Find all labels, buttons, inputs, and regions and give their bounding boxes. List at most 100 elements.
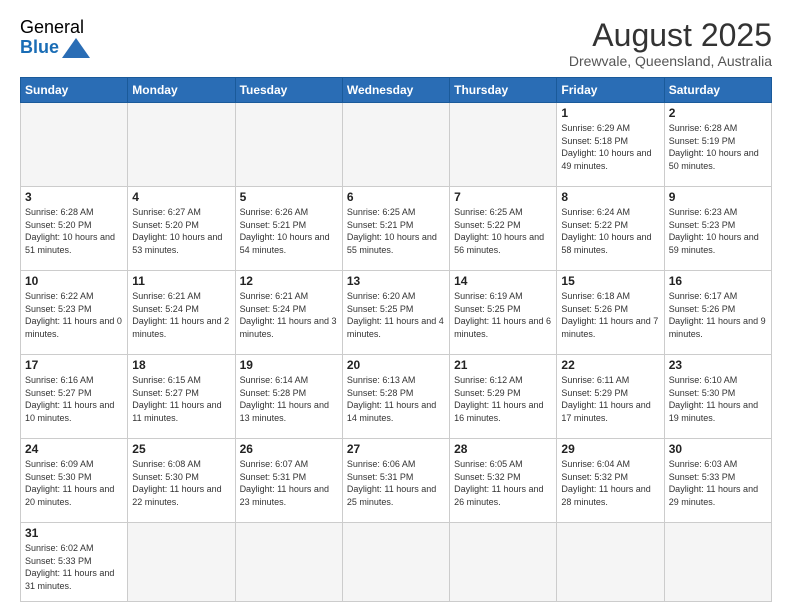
day-number: 22 <box>561 358 659 372</box>
day-number: 4 <box>132 190 230 204</box>
week-row-4: 17 Sunrise: 6:16 AM Sunset: 5:27 PM Dayli… <box>21 355 772 439</box>
day-info: Sunrise: 6:11 AM Sunset: 5:29 PM Dayligh… <box>561 374 659 424</box>
calendar-cell: 23 Sunrise: 6:10 AM Sunset: 5:30 PM Dayli… <box>664 355 771 439</box>
calendar-cell: 25Sunrise: 6:08 AM Sunset: 5:30 PM Dayli… <box>128 439 235 523</box>
calendar-cell: 17 Sunrise: 6:16 AM Sunset: 5:27 PM Dayli… <box>21 355 128 439</box>
day-number: 18 <box>132 358 230 372</box>
day-info: Sunrise: 6:21 AM Sunset: 5:24 PM Dayligh… <box>240 290 338 340</box>
day-number: 20 <box>347 358 445 372</box>
calendar-cell: 1 Sunrise: 6:29 AM Sunset: 5:18 PM Daylig… <box>557 103 664 187</box>
week-row-5: 24 Sunrise: 6:09 AM Sunset: 5:30 PM Dayli… <box>21 439 772 523</box>
day-number: 23 <box>669 358 767 372</box>
calendar-cell: 31Sunrise: 6:02 AM Sunset: 5:33 PM Dayli… <box>21 522 128 601</box>
day-info: Sunrise: 6:15 AM Sunset: 5:27 PM Dayligh… <box>132 374 230 424</box>
day-number: 10 <box>25 274 123 288</box>
calendar-cell: 21Sunrise: 6:12 AM Sunset: 5:29 PM Dayli… <box>450 355 557 439</box>
calendar-cell: 5 Sunrise: 6:26 AM Sunset: 5:21 PM Daylig… <box>235 187 342 271</box>
logo-text: General Blue <box>20 18 90 58</box>
weekday-header-tuesday: Tuesday <box>235 78 342 103</box>
calendar-cell: 30 Sunrise: 6:03 AM Sunset: 5:33 PM Dayli… <box>664 439 771 523</box>
day-number: 21 <box>454 358 552 372</box>
day-info: Sunrise: 6:10 AM Sunset: 5:30 PM Dayligh… <box>669 374 767 424</box>
calendar-cell: 10 Sunrise: 6:22 AM Sunset: 5:23 PM Dayli… <box>21 271 128 355</box>
calendar-cell: 16 Sunrise: 6:17 AM Sunset: 5:26 PM Dayli… <box>664 271 771 355</box>
day-number: 13 <box>347 274 445 288</box>
calendar-cell: 15Sunrise: 6:18 AM Sunset: 5:26 PM Dayli… <box>557 271 664 355</box>
calendar-cell: 9 Sunrise: 6:23 AM Sunset: 5:23 PM Daylig… <box>664 187 771 271</box>
day-number: 17 <box>25 358 123 372</box>
day-number: 19 <box>240 358 338 372</box>
calendar: SundayMondayTuesdayWednesdayThursdayFrid… <box>20 77 772 602</box>
day-number: 14 <box>454 274 552 288</box>
calendar-cell <box>342 103 449 187</box>
calendar-cell: 8Sunrise: 6:24 AM Sunset: 5:22 PM Daylig… <box>557 187 664 271</box>
calendar-cell: 14 Sunrise: 6:19 AM Sunset: 5:25 PM Dayli… <box>450 271 557 355</box>
calendar-cell: 22 Sunrise: 6:11 AM Sunset: 5:29 PM Dayli… <box>557 355 664 439</box>
day-info: Sunrise: 6:17 AM Sunset: 5:26 PM Dayligh… <box>669 290 767 340</box>
day-number: 9 <box>669 190 767 204</box>
day-number: 24 <box>25 442 123 456</box>
day-number: 11 <box>132 274 230 288</box>
calendar-cell <box>128 522 235 601</box>
day-number: 30 <box>669 442 767 456</box>
day-info: Sunrise: 6:22 AM Sunset: 5:23 PM Dayligh… <box>25 290 123 340</box>
day-info: Sunrise: 6:24 AM Sunset: 5:22 PM Dayligh… <box>561 206 659 256</box>
calendar-cell <box>235 103 342 187</box>
day-number: 6 <box>347 190 445 204</box>
day-info: Sunrise: 6:16 AM Sunset: 5:27 PM Dayligh… <box>25 374 123 424</box>
week-row-3: 10 Sunrise: 6:22 AM Sunset: 5:23 PM Dayli… <box>21 271 772 355</box>
day-info: Sunrise: 6:25 AM Sunset: 5:22 PM Dayligh… <box>454 206 552 256</box>
calendar-cell: 7 Sunrise: 6:25 AM Sunset: 5:22 PM Daylig… <box>450 187 557 271</box>
weekday-header-saturday: Saturday <box>664 78 771 103</box>
week-row-6: 31Sunrise: 6:02 AM Sunset: 5:33 PM Dayli… <box>21 522 772 601</box>
logo-icon <box>62 38 90 58</box>
day-number: 16 <box>669 274 767 288</box>
calendar-cell: 20 Sunrise: 6:13 AM Sunset: 5:28 PM Dayli… <box>342 355 449 439</box>
weekday-header-wednesday: Wednesday <box>342 78 449 103</box>
day-info: Sunrise: 6:08 AM Sunset: 5:30 PM Dayligh… <box>132 458 230 508</box>
day-info: Sunrise: 6:05 AM Sunset: 5:32 PM Dayligh… <box>454 458 552 508</box>
day-info: Sunrise: 6:20 AM Sunset: 5:25 PM Dayligh… <box>347 290 445 340</box>
calendar-cell <box>21 103 128 187</box>
day-info: Sunrise: 6:25 AM Sunset: 5:21 PM Dayligh… <box>347 206 445 256</box>
page: General Blue August 2025 Drewvale, Queen… <box>0 0 792 612</box>
day-number: 1 <box>561 106 659 120</box>
day-info: Sunrise: 6:04 AM Sunset: 5:32 PM Dayligh… <box>561 458 659 508</box>
logo-blue: Blue <box>20 38 59 58</box>
day-info: Sunrise: 6:23 AM Sunset: 5:23 PM Dayligh… <box>669 206 767 256</box>
header: General Blue August 2025 Drewvale, Queen… <box>20 18 772 69</box>
day-number: 27 <box>347 442 445 456</box>
calendar-cell: 27Sunrise: 6:06 AM Sunset: 5:31 PM Dayli… <box>342 439 449 523</box>
calendar-cell <box>342 522 449 601</box>
day-info: Sunrise: 6:13 AM Sunset: 5:28 PM Dayligh… <box>347 374 445 424</box>
calendar-cell: 3 Sunrise: 6:28 AM Sunset: 5:20 PM Daylig… <box>21 187 128 271</box>
day-info: Sunrise: 6:28 AM Sunset: 5:20 PM Dayligh… <box>25 206 123 256</box>
calendar-cell <box>557 522 664 601</box>
weekday-header-thursday: Thursday <box>450 78 557 103</box>
day-info: Sunrise: 6:26 AM Sunset: 5:21 PM Dayligh… <box>240 206 338 256</box>
day-info: Sunrise: 6:09 AM Sunset: 5:30 PM Dayligh… <box>25 458 123 508</box>
calendar-cell <box>450 103 557 187</box>
logo: General Blue <box>20 18 90 58</box>
day-number: 26 <box>240 442 338 456</box>
day-number: 5 <box>240 190 338 204</box>
day-info: Sunrise: 6:27 AM Sunset: 5:20 PM Dayligh… <box>132 206 230 256</box>
day-info: Sunrise: 6:29 AM Sunset: 5:18 PM Dayligh… <box>561 122 659 172</box>
day-info: Sunrise: 6:21 AM Sunset: 5:24 PM Dayligh… <box>132 290 230 340</box>
day-number: 7 <box>454 190 552 204</box>
weekday-header-sunday: Sunday <box>21 78 128 103</box>
day-info: Sunrise: 6:03 AM Sunset: 5:33 PM Dayligh… <box>669 458 767 508</box>
day-number: 2 <box>669 106 767 120</box>
day-info: Sunrise: 6:28 AM Sunset: 5:19 PM Dayligh… <box>669 122 767 172</box>
weekday-header-monday: Monday <box>128 78 235 103</box>
calendar-cell: 29 Sunrise: 6:04 AM Sunset: 5:32 PM Dayli… <box>557 439 664 523</box>
calendar-cell <box>450 522 557 601</box>
calendar-cell: 26Sunrise: 6:07 AM Sunset: 5:31 PM Dayli… <box>235 439 342 523</box>
day-info: Sunrise: 6:19 AM Sunset: 5:25 PM Dayligh… <box>454 290 552 340</box>
day-number: 12 <box>240 274 338 288</box>
day-number: 3 <box>25 190 123 204</box>
day-info: Sunrise: 6:02 AM Sunset: 5:33 PM Dayligh… <box>25 542 123 592</box>
day-info: Sunrise: 6:18 AM Sunset: 5:26 PM Dayligh… <box>561 290 659 340</box>
calendar-cell: 19Sunrise: 6:14 AM Sunset: 5:28 PM Dayli… <box>235 355 342 439</box>
day-number: 29 <box>561 442 659 456</box>
